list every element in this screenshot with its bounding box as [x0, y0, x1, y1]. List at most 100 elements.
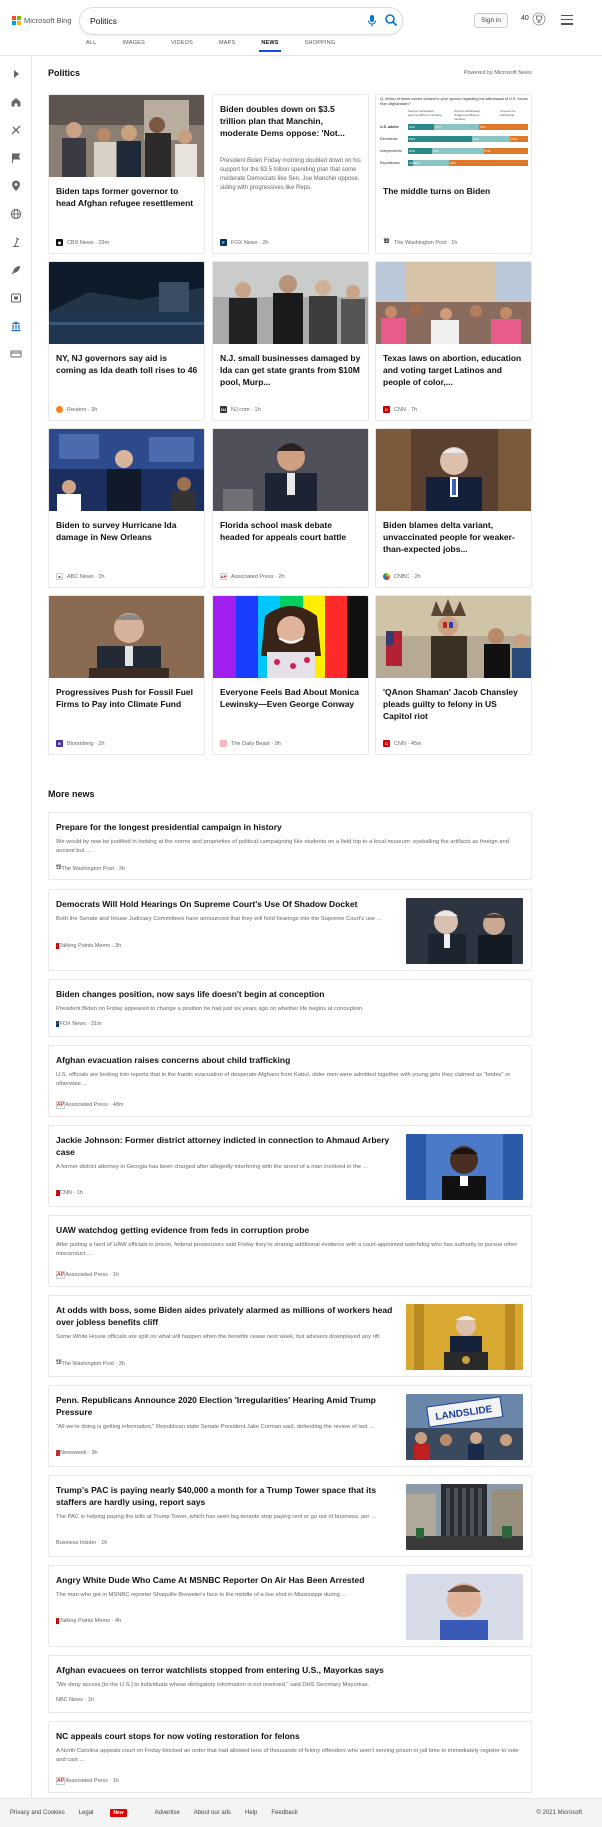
legal-link[interactable]: Legal New — [79, 1809, 141, 1817]
science-icon[interactable] — [10, 236, 22, 248]
news-card-title[interactable]: Florida school mask debate headed for ap… — [220, 519, 363, 543]
source-name: CNN — [394, 406, 406, 413]
news-item-title[interactable]: Biden changes position, now says life do… — [56, 988, 524, 1000]
news-source: Business Insider · 1h — [56, 1540, 108, 1546]
news-card[interactable]: Texas laws on abortion, education and vo… — [375, 261, 532, 421]
search-icon[interactable] — [384, 13, 398, 27]
news-item-title[interactable]: UAW watchdog getting evidence from feds … — [56, 1224, 524, 1236]
more-news-item[interactable]: Democrats Will Hold Hearings On Supreme … — [48, 889, 532, 971]
news-card[interactable]: Q: Which of these comes closest to your … — [375, 94, 532, 254]
news-card-title[interactable]: Biden blames delta variant, unvaccinated… — [383, 519, 526, 555]
money-icon[interactable] — [10, 348, 22, 360]
news-card-title[interactable]: Biden taps former governor to head Afgha… — [56, 185, 199, 209]
news-card[interactable]: Everyone Feels Bad About Monica Lewinsky… — [212, 595, 369, 755]
source-name: NJ.com — [231, 406, 250, 413]
news-card[interactable]: Biden to survey Hurricane Ida damage in … — [48, 428, 205, 588]
news-item-image — [406, 1304, 523, 1370]
rewards-trophy-icon[interactable] — [532, 12, 546, 26]
location-pin-icon[interactable] — [10, 180, 22, 192]
logo-text: Microsoft Bing — [24, 16, 72, 25]
more-news-item[interactable]: NC appeals court stops for now voting re… — [48, 1721, 532, 1793]
news-item-title[interactable]: Trump's PAC is paying nearly $40,000 a m… — [56, 1484, 396, 1508]
news-card-title[interactable]: Biden to survey Hurricane Ida damage in … — [56, 519, 199, 543]
source-age: 4h — [115, 1618, 122, 1624]
news-card-title[interactable]: 'QAnon Shaman' Jacob Chansley pleads gui… — [383, 686, 526, 722]
news-image — [213, 596, 368, 678]
washington-post-icon: 𝔚 — [383, 239, 390, 246]
source-age: 1h — [76, 1190, 83, 1196]
expand-arrow-icon[interactable] — [10, 68, 22, 80]
more-news-item[interactable]: Trump's PAC is paying nearly $40,000 a m… — [48, 1475, 532, 1557]
microphone-icon[interactable] — [366, 14, 378, 28]
news-card[interactable]: 'QAnon Shaman' Jacob Chansley pleads gui… — [375, 595, 532, 755]
menu-icon[interactable] — [561, 15, 573, 25]
news-card[interactable]: Progressives Push for Fossil Fuel Firms … — [48, 595, 205, 755]
privacy-link[interactable]: Privacy and Cookies — [10, 1810, 65, 1816]
news-item-title[interactable]: Penn. Republicans Announce 2020 Election… — [56, 1394, 396, 1418]
news-item-title[interactable]: Democrats Will Hold Hearings On Supreme … — [56, 898, 396, 910]
tab-images[interactable]: IMAGES — [122, 40, 145, 54]
news-item-title[interactable]: Prepare for the longest presidential cam… — [56, 821, 524, 833]
more-news-item[interactable]: Afghan evacuation raises concerns about … — [48, 1045, 532, 1117]
news-item-title[interactable]: Afghan evacuation raises concerns about … — [56, 1054, 524, 1066]
news-card[interactable]: Florida school mask debate headed for ap… — [212, 428, 369, 588]
politics-icon[interactable] — [10, 320, 22, 332]
globe-icon[interactable] — [10, 208, 22, 220]
news-card[interactable]: Biden blames delta variant, unvaccinated… — [375, 428, 532, 588]
news-item-title[interactable]: Angry White Dude Who Came At MSNBC Repor… — [56, 1574, 396, 1586]
news-item-title[interactable]: NC appeals court stops for now voting re… — [56, 1730, 524, 1742]
bing-logo[interactable]: Microsoft Bing — [12, 16, 72, 25]
source-age: 29m — [98, 239, 110, 246]
source-age: 1h — [87, 1697, 94, 1703]
news-source: F FOX News · 31m — [56, 1021, 102, 1027]
news-item-title[interactable]: At odds with boss, some Biden aides priv… — [56, 1304, 396, 1328]
rocket-icon[interactable] — [10, 264, 22, 276]
news-item-title[interactable]: Afghan evacuees on terror watchlists sto… — [56, 1664, 524, 1676]
bloomberg-icon: B — [56, 740, 63, 747]
news-card-title[interactable]: Progressives Push for Fossil Fuel Firms … — [56, 686, 199, 710]
associated-press-icon: AP — [220, 573, 227, 580]
help-link[interactable]: Help — [245, 1810, 257, 1816]
rewards-points[interactable]: 40 — [521, 15, 529, 22]
news-card[interactable]: Biden doubles down on $3.5 trillion plan… — [212, 94, 369, 254]
more-news-item[interactable]: UAW watchdog getting evidence from feds … — [48, 1215, 532, 1287]
source-age: 1h — [451, 239, 458, 246]
tab-all[interactable]: ALL — [86, 40, 96, 54]
news-card[interactable]: N.J. small businesses damaged by Ida can… — [212, 261, 369, 421]
news-item-snippet: A former district attorney in Georgia ha… — [56, 1164, 368, 1170]
entertainment-icon[interactable] — [10, 292, 22, 304]
news-item-title[interactable]: Jackie Johnson: Former district attorney… — [56, 1134, 396, 1158]
tab-maps[interactable]: MAPS — [219, 40, 235, 54]
more-news-item[interactable]: At odds with boss, some Biden aides priv… — [48, 1295, 532, 1377]
news-card[interactable]: Biden taps former governor to head Afgha… — [48, 94, 205, 254]
search-input[interactable] — [90, 13, 340, 29]
reuters-icon — [56, 406, 63, 413]
news-image — [49, 596, 204, 678]
more-news-item[interactable]: Penn. Republicans Announce 2020 Election… — [48, 1385, 532, 1467]
news-card-title[interactable]: N.J. small businesses damaged by Ida can… — [220, 352, 363, 388]
news-card-title[interactable]: Everyone Feels Bad About Monica Lewinsky… — [220, 686, 363, 710]
news-card-title[interactable]: The middle turns on Biden — [383, 185, 526, 197]
news-card-title[interactable]: Biden doubles down on $3.5 trillion plan… — [220, 103, 363, 139]
more-news-item[interactable]: Angry White Dude Who Came At MSNBC Repor… — [48, 1565, 532, 1647]
news-image-poll-chart: Q: Which of these comes closest to your … — [376, 95, 531, 177]
source-name: Associated Press — [231, 573, 274, 580]
flag-icon[interactable] — [10, 152, 22, 164]
news-card-title[interactable]: Texas laws on abortion, education and vo… — [383, 352, 526, 388]
advertise-link[interactable]: Advertise — [155, 1810, 180, 1816]
tab-shopping[interactable]: SHOPPING — [305, 40, 336, 54]
more-news-item[interactable]: Prepare for the longest presidential cam… — [48, 812, 532, 880]
news-card[interactable]: NY, NJ governors say aid is coming as Id… — [48, 261, 205, 421]
sports-icon[interactable] — [10, 124, 22, 136]
poll-bar: 37% — [434, 124, 479, 130]
tab-news[interactable]: NEWS — [259, 40, 282, 54]
feedback-link[interactable]: Feedback — [271, 1810, 297, 1816]
more-news-item[interactable]: Biden changes position, now says life do… — [48, 979, 532, 1037]
sign-in-button[interactable]: Sign in — [474, 13, 508, 28]
tab-videos[interactable]: VIDEOS — [171, 40, 193, 54]
news-card-title[interactable]: NY, NJ governors say aid is coming as Id… — [56, 352, 199, 376]
about-ads-link[interactable]: About our ads — [194, 1810, 231, 1816]
more-news-item[interactable]: Afghan evacuees on terror watchlists sto… — [48, 1655, 532, 1713]
home-icon[interactable] — [10, 96, 22, 108]
more-news-item[interactable]: Jackie Johnson: Former district attorney… — [48, 1125, 532, 1207]
